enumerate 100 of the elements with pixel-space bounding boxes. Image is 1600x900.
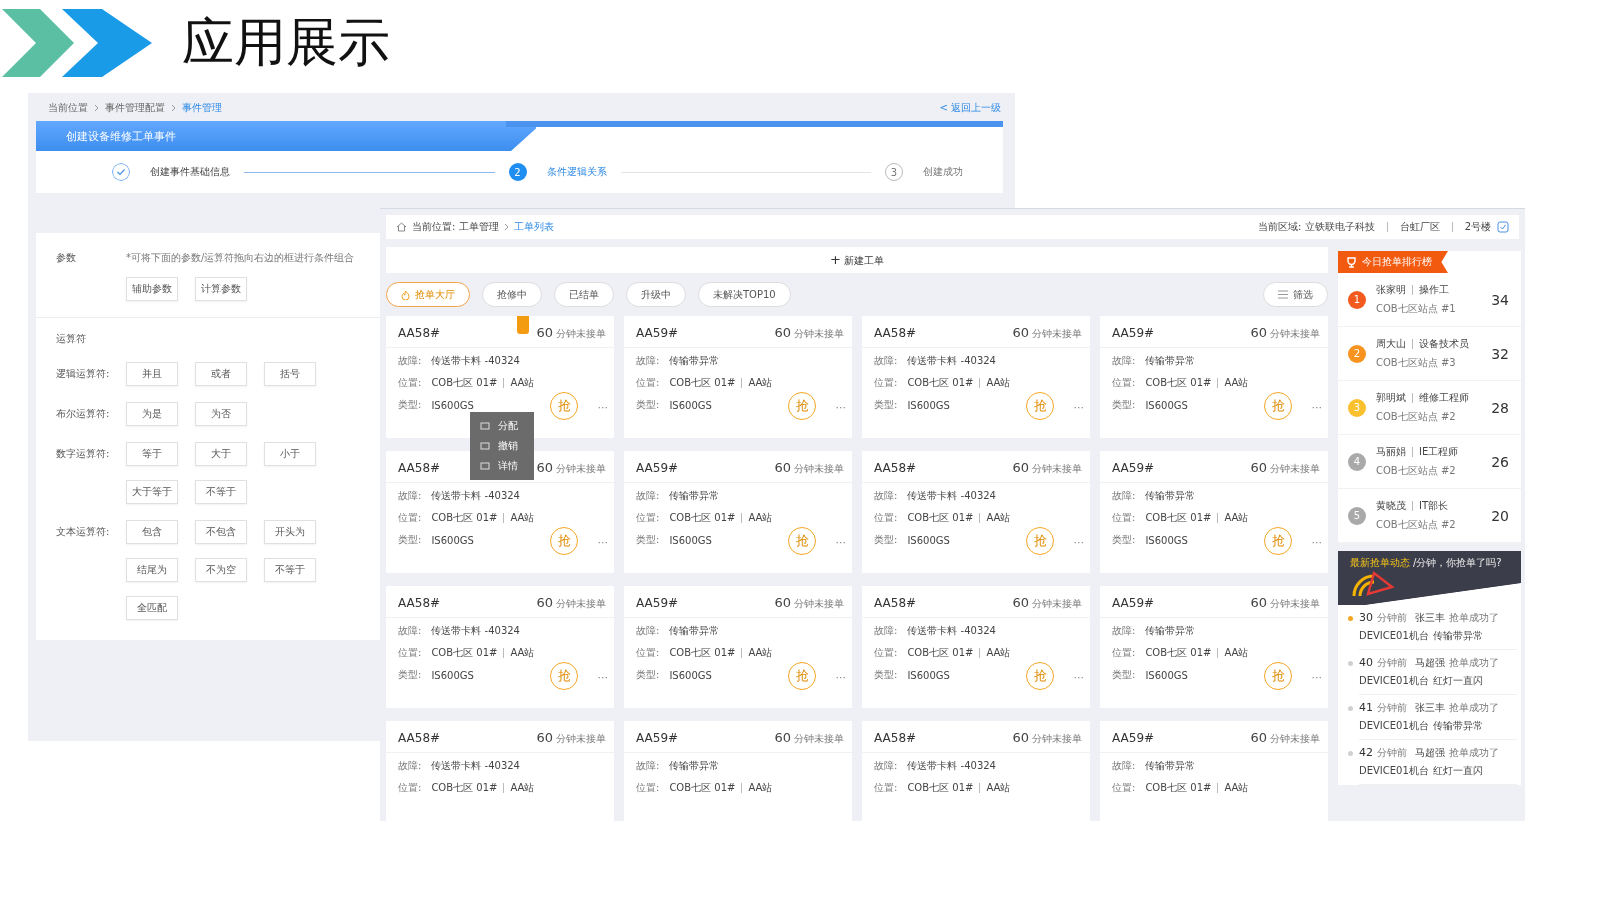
menu-item[interactable]: 详情 xyxy=(470,456,534,476)
field-value: AA站 xyxy=(748,781,773,795)
field-value: AA站 xyxy=(1224,376,1249,390)
order-number: AA59# xyxy=(1112,596,1155,610)
operator-chip[interactable]: 等于 xyxy=(126,442,178,466)
slide-title: 应用展示 xyxy=(182,11,390,74)
filter-tab[interactable]: 抢修中 xyxy=(482,282,542,307)
more-button[interactable]: ··· xyxy=(1311,671,1322,684)
work-order-card[interactable]: AA58# 60 分钟未接单 故障: 传送带卡料 -40324 位置: COB七区 01# AA站 类型: IS600GS 抢 ··· xyxy=(862,451,1090,573)
field-label: 位置: xyxy=(874,781,898,795)
menu-item[interactable]: 分配 xyxy=(470,416,534,436)
operator-chip[interactable]: 包含 xyxy=(126,520,178,544)
field-label: 类型: xyxy=(874,668,898,682)
operator-chip[interactable]: 大于等于 xyxy=(126,480,178,504)
minutes-label: 分钟未接单 xyxy=(1032,462,1082,476)
operator-chip[interactable]: 不等于 xyxy=(264,558,316,582)
operator-chip[interactable]: 为否 xyxy=(195,402,247,426)
operator-label: 逻辑运算符: xyxy=(56,367,111,381)
person-role: IT部长 xyxy=(1419,499,1449,513)
operator-chip[interactable]: 开头为 xyxy=(264,520,316,544)
fault-text: 红灯一直闪 xyxy=(1432,764,1483,778)
field-value: 传输带异常 xyxy=(669,624,720,638)
operator-label: 布尔运算符: xyxy=(56,407,111,421)
order-number: AA59# xyxy=(636,461,679,475)
flame-icon xyxy=(401,289,410,300)
more-button[interactable]: ··· xyxy=(835,401,846,414)
work-order-card[interactable]: AA58# 60 分钟未接单 故障: 传送带卡料 -40324 位置: COB七区 01# AA站 xyxy=(386,721,614,821)
hint-text: *可将下面的参数/运算符拖向右边的框进行条件组合 xyxy=(126,251,355,265)
operator-chip[interactable]: 结尾为 xyxy=(126,558,178,582)
breadcrumb-link[interactable]: 事件管理配置 xyxy=(105,101,165,115)
operator-chip[interactable]: 不包含 xyxy=(195,520,247,544)
field-label: 类型: xyxy=(398,533,422,547)
work-order-card[interactable]: AA58# 60 分钟未接单 故障: 传送带卡料 -40324 位置: COB七区 01# AA站 类型: IS600GS 抢 ··· xyxy=(386,586,614,708)
operator-chip[interactable]: 括号 xyxy=(264,362,316,386)
field-value: IS600GS xyxy=(907,399,950,411)
more-button[interactable]: ··· xyxy=(1073,536,1084,549)
more-button[interactable]: ··· xyxy=(597,401,608,414)
work-order-card[interactable]: AA59# 60 分钟未接单 故障: 传输带异常 位置: COB七区 01# AA站 类型: IS600GS 抢 ··· xyxy=(624,316,852,438)
grab-count: 26 xyxy=(1491,453,1509,470)
switch-icon[interactable] xyxy=(1497,221,1509,233)
work-order-card[interactable]: AA59# 60 分钟未接单 故障: 传输带异常 位置: COB七区 01# AA站 类型: IS600GS 抢 ··· xyxy=(1100,586,1328,708)
field-value: COB七区 01# xyxy=(907,781,974,795)
site-text: COB七区站点 #1 xyxy=(1376,302,1456,316)
minutes-label: 分钟未接单 xyxy=(794,462,844,476)
field-label: 故障: xyxy=(636,489,660,503)
work-order-card[interactable]: AA59# 60 分钟未接单 故障: 传输带异常 位置: COB七区 01# AA站 类型: IS600GS 抢 ··· xyxy=(624,586,852,708)
operator-chip[interactable]: 小于 xyxy=(264,442,316,466)
more-button[interactable]: ··· xyxy=(1311,401,1322,414)
work-order-card[interactable]: AA59# 60 分钟未接单 故障: 传输带异常 位置: COB七区 01# AA站 xyxy=(1100,721,1328,821)
filter-tab[interactable]: 未解决TOP10 xyxy=(698,282,791,307)
work-order-card[interactable]: AA59# 60 分钟未接单 故障: 传输带异常 位置: COB七区 01# AA站 xyxy=(624,721,852,821)
more-button[interactable]: ··· xyxy=(835,536,846,549)
section-label: 运算符 xyxy=(56,332,87,346)
field-value: COB七区 01# xyxy=(907,511,974,525)
more-button[interactable]: ··· xyxy=(597,671,608,684)
field-label: 位置: xyxy=(1112,781,1136,795)
work-order-card[interactable]: AA58# 60 分钟未接单 故障: 传送带卡料 -40324 位置: COB七区 01# AA站 类型: IS600GS 抢 ··· xyxy=(862,316,1090,438)
breadcrumb-link[interactable]: 工单列表 xyxy=(513,220,554,234)
work-order-card[interactable]: AA58# 60 分钟未接单 故障: 传送带卡料 -40324 位置: COB七区 01# AA站 类型: IS600GS 抢 ··· xyxy=(862,586,1090,708)
operator-chip[interactable]: 不等于 xyxy=(195,480,247,504)
minutes-label: 分钟未接单 xyxy=(556,597,606,611)
grab-count: 34 xyxy=(1491,291,1509,308)
field-value: COB七区 01# xyxy=(1145,781,1212,795)
chevron-logo-icon xyxy=(2,9,152,77)
field-value: AA站 xyxy=(748,376,773,390)
minutes-value: 60 xyxy=(774,325,791,340)
more-button[interactable]: ··· xyxy=(1311,536,1322,549)
field-label: 位置: xyxy=(874,646,898,660)
work-order-card[interactable]: AA59# 60 分钟未接单 故障: 传输带异常 位置: COB七区 01# AA站 类型: IS600GS 抢 ··· xyxy=(1100,316,1328,438)
field-value: COB七区 01# xyxy=(431,646,498,660)
breadcrumb-link[interactable]: 当前位置 xyxy=(48,101,88,115)
order-number: AA58# xyxy=(874,731,917,745)
minutes-label: 分钟未接单 xyxy=(1270,597,1320,611)
field-value: AA站 xyxy=(748,646,773,660)
work-order-card[interactable]: AA59# 60 分钟未接单 故障: 传输带异常 位置: COB七区 01# AA站 类型: IS600GS 抢 ··· xyxy=(1100,451,1328,573)
order-number: AA59# xyxy=(1112,326,1155,340)
parameter-chip[interactable]: 计算参数 xyxy=(195,277,247,301)
operator-chip[interactable]: 不为空 xyxy=(195,558,247,582)
work-order-card[interactable]: AA59# 60 分钟未接单 故障: 传输带异常 位置: COB七区 01# AA站 类型: IS600GS 抢 ··· xyxy=(624,451,852,573)
new-order-button[interactable]: + 新建工单 xyxy=(386,247,1328,273)
filter-tab[interactable]: 升级中 xyxy=(626,282,686,307)
filter-button[interactable]: 筛选 xyxy=(1263,282,1328,307)
operator-chip[interactable]: 大于 xyxy=(195,442,247,466)
operator-chip[interactable]: 或者 xyxy=(195,362,247,386)
field-value: AA站 xyxy=(1224,781,1249,795)
more-button[interactable]: ··· xyxy=(1073,401,1084,414)
minutes-label: 分钟未接单 xyxy=(1032,597,1082,611)
more-button[interactable]: ··· xyxy=(597,536,608,549)
field-value: AA站 xyxy=(986,511,1011,525)
more-button[interactable]: ··· xyxy=(835,671,846,684)
operator-chip[interactable]: 为是 xyxy=(126,402,178,426)
work-order-card[interactable]: AA58# 60 分钟未接单 故障: 传送带卡料 -40324 位置: COB七区 01# AA站 xyxy=(862,721,1090,821)
filter-tab[interactable]: 已结单 xyxy=(554,282,614,307)
rank-badge: 4 xyxy=(1348,452,1366,471)
minutes-label: 分钟未接单 xyxy=(794,597,844,611)
more-button[interactable]: ··· xyxy=(1073,671,1084,684)
field-label: 故障: xyxy=(874,759,898,773)
operator-chip[interactable]: 全匹配 xyxy=(126,596,178,620)
operator-chip[interactable]: 并且 xyxy=(126,362,178,386)
parameter-chip[interactable]: 辅助参数 xyxy=(126,277,178,301)
